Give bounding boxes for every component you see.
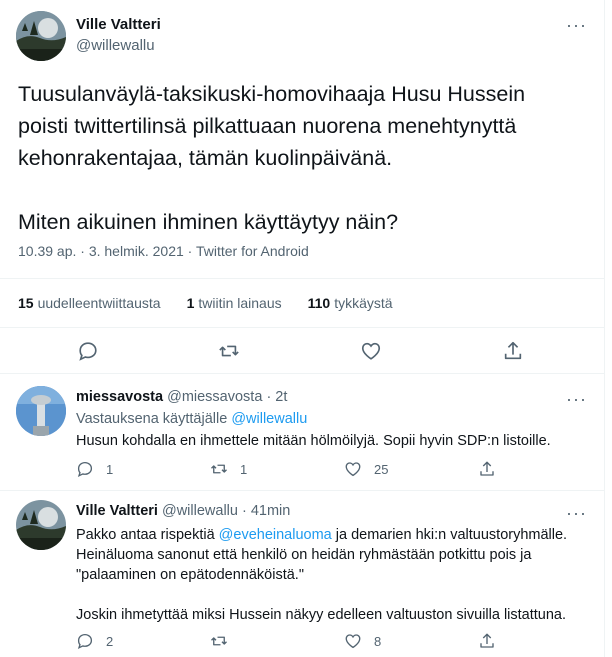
tweet-text-line: Tuusulanväylä-taksikuski-homovihaaja Hus… [18,82,526,106]
replying-mention[interactable]: @willewallu [231,411,307,427]
reply-time[interactable]: · 2t [266,389,287,405]
reply-icon[interactable] [77,340,99,362]
tweet-source[interactable]: Twitter for Android [196,243,309,259]
reply-icon [77,633,93,650]
avatar-photo [16,386,66,436]
tweet-timestamp[interactable]: 10.39 ap. · 3. helmik. 2021 [18,243,184,259]
reply-text: Husun kohdalla en ihmettele mitään hölmö… [76,433,551,449]
tweet-text-line: Miten aikuinen ihminen käyttäytyy näin? [18,210,399,234]
reply-text: Pakko antaa rispektiä @eveheinaluoma ja … [76,525,591,625]
like-count: 25 [374,461,389,477]
avatar-photo [16,11,66,61]
reply-count: 2 [106,633,114,649]
like-action[interactable]: 25 [344,460,388,478]
reply-text-line: Joskin ihmetyttää miksi Hussein näkyy ed… [76,607,567,623]
reply-text-segment: Pakko antaa rispektiä [76,527,219,543]
tweet-text-line: kehonrakentajaa, tämän kuolinpäivänä. [18,146,393,170]
retweet-count: 1 [240,461,248,477]
replying-to: Vastauksena käyttäjälle @willewallu [76,411,307,427]
more-options-icon[interactable]: ··· [566,504,587,522]
like-action[interactable]: 8 [344,632,381,650]
author-handle[interactable]: @willewallu [76,37,155,54]
reply-time[interactable]: · 41min [242,503,290,519]
retweet-icon [211,464,227,474]
tweet-detail-view: Ville Valtteri @willewallu ··· Tuusulanv… [0,0,605,657]
retweets-stat[interactable]: 15 uudelleentwiittausta [18,295,161,311]
reply-text-line: "palaaminen on epätodennäköistä." [76,567,304,583]
reply-action[interactable]: 1 [76,460,113,478]
reply-text-line: Pakko antaa rispektiä @eveheinaluoma ja … [76,525,591,545]
share-action[interactable] [478,460,508,478]
retweets-label: uudelleentwiittausta [37,295,161,311]
reply-avatar[interactable] [16,500,66,550]
meta-separator: · [183,243,196,259]
tweet-meta: 10.39 ap. · 3. helmik. 2021 · Twitter fo… [18,243,309,259]
reply-header: miessavosta @miessavosta · 2t [76,389,287,405]
tweet-action-bar [0,328,605,374]
reply-author-handle[interactable]: @miessavosta [167,389,262,405]
reply-icon [77,461,93,478]
share-action[interactable] [478,632,508,650]
retweet-action[interactable]: 1 [210,460,247,478]
quotes-count: 1 [186,295,195,311]
retweet-icon [211,636,227,646]
likes-count: 110 [307,295,331,311]
reply-author-name[interactable]: miessavosta [76,389,163,405]
reply-mention[interactable]: @eveheinaluoma [219,527,332,543]
share-icon[interactable] [502,340,524,362]
more-options-icon[interactable]: ··· [566,390,587,408]
like-icon [345,462,361,477]
retweet-icon[interactable] [218,340,240,362]
divider [0,490,605,491]
reply-text-line: Heinäluoma sanonut että henkilö on heidä… [76,547,532,563]
reply-avatar[interactable] [16,386,66,436]
replying-prefix: Vastauksena käyttäjälle [76,411,228,427]
retweet-action[interactable] [210,632,240,650]
quotes-label: twiitin lainaus [198,295,282,311]
reply-author-handle[interactable]: @willewallu [162,503,238,519]
like-icon [345,634,361,649]
likes-stat[interactable]: 110 tykkäystä [308,295,393,311]
tweet-stats: 15 uudelleentwiittausta 1 twiitin lainaus … [0,278,605,328]
likes-label: tykkäystä [334,295,393,311]
author-name[interactable]: Ville Valtteri [76,16,161,33]
tweet-text: Tuusulanväylä-taksikuski-homovihaaja Hus… [18,78,598,238]
reply-count: 1 [106,461,114,477]
reply-author-name[interactable]: Ville Valtteri [76,503,158,519]
reply-header: Ville Valtteri @willewallu · 41min [76,503,290,519]
avatar-photo [16,500,66,550]
like-icon[interactable] [360,340,382,362]
author-avatar[interactable] [16,11,66,61]
tweet-text-line: poisti twittertilinsä pilkattuaan nuoren… [18,114,517,138]
share-icon [480,633,494,648]
quotes-stat[interactable]: 1 twiitin lainaus [187,295,282,311]
reply-text-segment: ja demarien hki:n valtuustoryhmälle. [331,527,568,543]
retweets-count: 15 [18,295,34,311]
share-icon [480,461,494,476]
reply-action[interactable]: 2 [76,632,113,650]
more-options-icon[interactable]: ··· [566,16,587,34]
like-count: 8 [374,633,382,649]
